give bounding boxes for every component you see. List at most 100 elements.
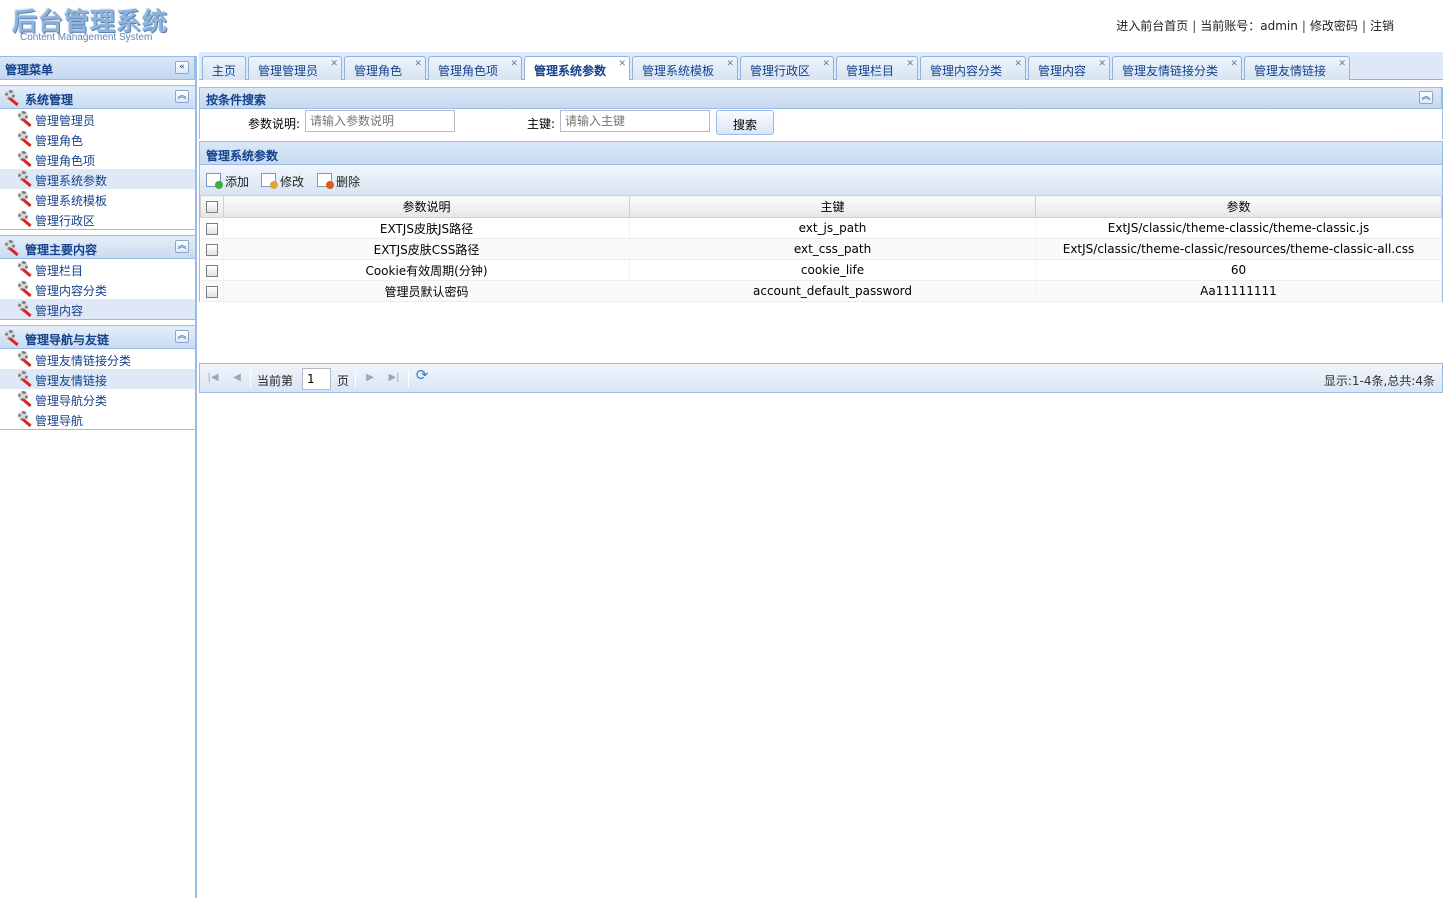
sidebar-item[interactable]: 管理栏目	[0, 259, 195, 279]
column-header-value[interactable]: 参数	[1035, 195, 1442, 218]
grid-header-row: 参数说明 主键 参数	[200, 195, 1442, 218]
sidebar-item[interactable]: 管理管理员	[0, 109, 195, 129]
sidebar-item[interactable]: 管理内容分类	[0, 279, 195, 299]
close-tab-icon[interactable]: ✕	[822, 59, 830, 69]
settings-tool-icon	[4, 90, 21, 107]
tab-11[interactable]: 管理友情链接 ✕	[1244, 56, 1350, 80]
close-tab-icon[interactable]: ✕	[906, 59, 914, 69]
sidebar-item[interactable]: 管理行政区	[0, 209, 195, 229]
sidebar-item[interactable]: 管理角色	[0, 129, 195, 149]
sidebar-item-label: 管理栏目	[35, 264, 84, 278]
sidebar-item[interactable]: 管理系统参数	[0, 169, 195, 189]
app-header: 后台管理系统 Content Management System 进入前台首页 |…	[0, 0, 1447, 52]
sidebar-item[interactable]: 管理内容	[0, 299, 195, 319]
delete-button-label: 删除	[336, 175, 361, 189]
page-number-input[interactable]	[302, 368, 331, 390]
collapse-group-button[interactable]: ︽	[175, 330, 189, 343]
tab-2[interactable]: 管理角色 ✕	[344, 56, 426, 80]
pagination-info: 显示:1-4条,总共:4条	[1323, 374, 1435, 388]
column-header-desc[interactable]: 参数说明	[223, 195, 630, 218]
settings-tool-icon	[17, 171, 34, 188]
nav-group-header[interactable]: 系统管理 ︽	[0, 85, 195, 109]
tab-4[interactable]: 管理系统参数 ✕	[524, 56, 630, 81]
desc-input[interactable]	[305, 110, 455, 132]
tab-bar: 主页 管理管理员 ✕ 管理角色 ✕ 管理角色项 ✕ 管理系统参数 ✕ 管理系统模板 ✕ 管理行政区 ✕ 管…	[199, 52, 1443, 81]
row-checkbox[interactable]	[205, 264, 218, 277]
sidebar-item[interactable]: 管理友情链接分类	[0, 349, 195, 369]
grid-panel: 管理系统参数 添加 修改 删除 参数说明 主键 参数 EXTJS皮肤JS路径 e…	[199, 141, 1443, 393]
tab-6[interactable]: 管理行政区 ✕	[740, 56, 834, 80]
nav-group: 系统管理 ︽ 管理管理员管理角色 管理角色项 管理系统参数管理系统模板 管理行政区	[0, 85, 195, 230]
change-password-link[interactable]: 修改密码	[1310, 19, 1358, 33]
table-cell: ExtJS/classic/theme-classic/theme-classi…	[1035, 217, 1442, 239]
collapse-group-button[interactable]: ︽	[175, 90, 189, 103]
close-tab-icon[interactable]: ✕	[618, 59, 626, 69]
refresh-icon[interactable]: ⟳	[415, 368, 429, 383]
tab-5[interactable]: 管理系统模板 ✕	[632, 56, 738, 80]
collapse-search-button[interactable]: ︽	[1419, 91, 1433, 104]
table-row[interactable]: EXTJS皮肤CSS路径 ext_css_path ExtJS/classic/th…	[200, 238, 1442, 260]
prev-page-icon[interactable]: ◀	[230, 371, 244, 385]
table-cell: EXTJS皮肤CSS路径	[223, 238, 630, 260]
nav-group-title: 管理导航与友链	[25, 333, 110, 347]
row-checkbox[interactable]	[205, 222, 218, 235]
settings-tool-icon	[17, 211, 34, 228]
close-tab-icon[interactable]: ✕	[1014, 59, 1022, 69]
tab-10[interactable]: 管理友情链接分类 ✕	[1112, 56, 1242, 80]
sidebar: 管理菜单 « 系统管理 ︽ 管理管理员 管理角色 管理角色项 管理系统参数 管理系统模板 管理…	[0, 56, 197, 898]
collapse-sidebar-button[interactable]: «	[175, 61, 189, 74]
close-tab-icon[interactable]: ✕	[414, 59, 422, 69]
close-tab-icon[interactable]: ✕	[510, 59, 518, 69]
tab-label: 管理行政区	[750, 64, 811, 78]
close-tab-icon[interactable]: ✕	[1230, 59, 1238, 69]
front-home-link[interactable]: 进入前台首页	[1116, 19, 1188, 33]
tab-label: 管理角色项	[438, 64, 499, 78]
key-input[interactable]	[560, 110, 710, 132]
settings-tool-icon	[17, 111, 34, 128]
settings-tool-icon	[17, 261, 34, 278]
close-tab-icon[interactable]: ✕	[330, 59, 338, 69]
close-tab-icon[interactable]: ✕	[1098, 59, 1106, 69]
nav-group-header[interactable]: 管理主要内容 ︽	[0, 235, 195, 259]
settings-tool-icon	[17, 411, 34, 428]
last-page-icon[interactable]: ▶|	[387, 371, 401, 385]
tab-label: 管理管理员	[258, 64, 319, 78]
tab-8[interactable]: 管理内容分类 ✕	[920, 56, 1026, 80]
settings-tool-icon	[17, 391, 34, 408]
tab-1[interactable]: 管理管理员 ✕	[248, 56, 342, 80]
table-cell: Aa11111111	[1035, 280, 1442, 302]
close-tab-icon[interactable]: ✕	[1338, 59, 1346, 69]
first-page-icon[interactable]: |◀	[206, 371, 220, 385]
params-table: 参数说明 主键 参数 EXTJS皮肤JS路径 ext_js_path ExtJS/c…	[200, 195, 1442, 302]
row-checkbox[interactable]	[205, 243, 218, 256]
next-page-icon[interactable]: ▶	[363, 371, 377, 385]
nav-group-header[interactable]: 管理导航与友链 ︽	[0, 325, 195, 349]
sidebar-item-label: 管理系统模板	[35, 194, 108, 208]
search-button[interactable]: 搜索	[716, 110, 774, 135]
close-tab-icon[interactable]: ✕	[726, 59, 734, 69]
tab-3[interactable]: 管理角色项 ✕	[428, 56, 522, 80]
table-row[interactable]: Cookie有效周期(分钟) cookie_life 60	[200, 259, 1442, 281]
page-suffix: 页	[337, 374, 350, 388]
sidebar-item-label: 管理角色	[35, 134, 84, 148]
sidebar-item[interactable]: 管理导航分类	[0, 389, 195, 409]
sidebar-item[interactable]: 管理系统模板	[0, 189, 195, 209]
tab-label: 管理内容	[1038, 64, 1087, 78]
logout-link[interactable]: 注销	[1370, 19, 1394, 33]
sidebar-item[interactable]: 管理导航	[0, 409, 195, 429]
tab-label: 管理系统模板	[642, 64, 715, 78]
row-checkbox[interactable]	[205, 285, 218, 298]
table-row[interactable]: 管理员默认密码 account_default_password Aa1111111…	[200, 280, 1442, 302]
column-header-key[interactable]: 主键	[629, 195, 1036, 218]
tab-label: 管理系统参数	[534, 64, 607, 78]
table-row[interactable]: EXTJS皮肤JS路径 ext_js_path ExtJS/classic/them…	[200, 217, 1442, 239]
tab-9[interactable]: 管理内容 ✕	[1028, 56, 1110, 80]
tab-7[interactable]: 管理栏目 ✕	[836, 56, 918, 80]
sidebar-item[interactable]: 管理角色项	[0, 149, 195, 169]
sidebar-item[interactable]: 管理友情链接	[0, 369, 195, 389]
tab-0[interactable]: 主页	[202, 56, 246, 80]
select-all-checkbox[interactable]	[206, 201, 218, 213]
tab-label: 管理友情链接	[1254, 64, 1327, 78]
collapse-group-button[interactable]: ︽	[175, 240, 189, 253]
edit-icon	[261, 173, 278, 189]
